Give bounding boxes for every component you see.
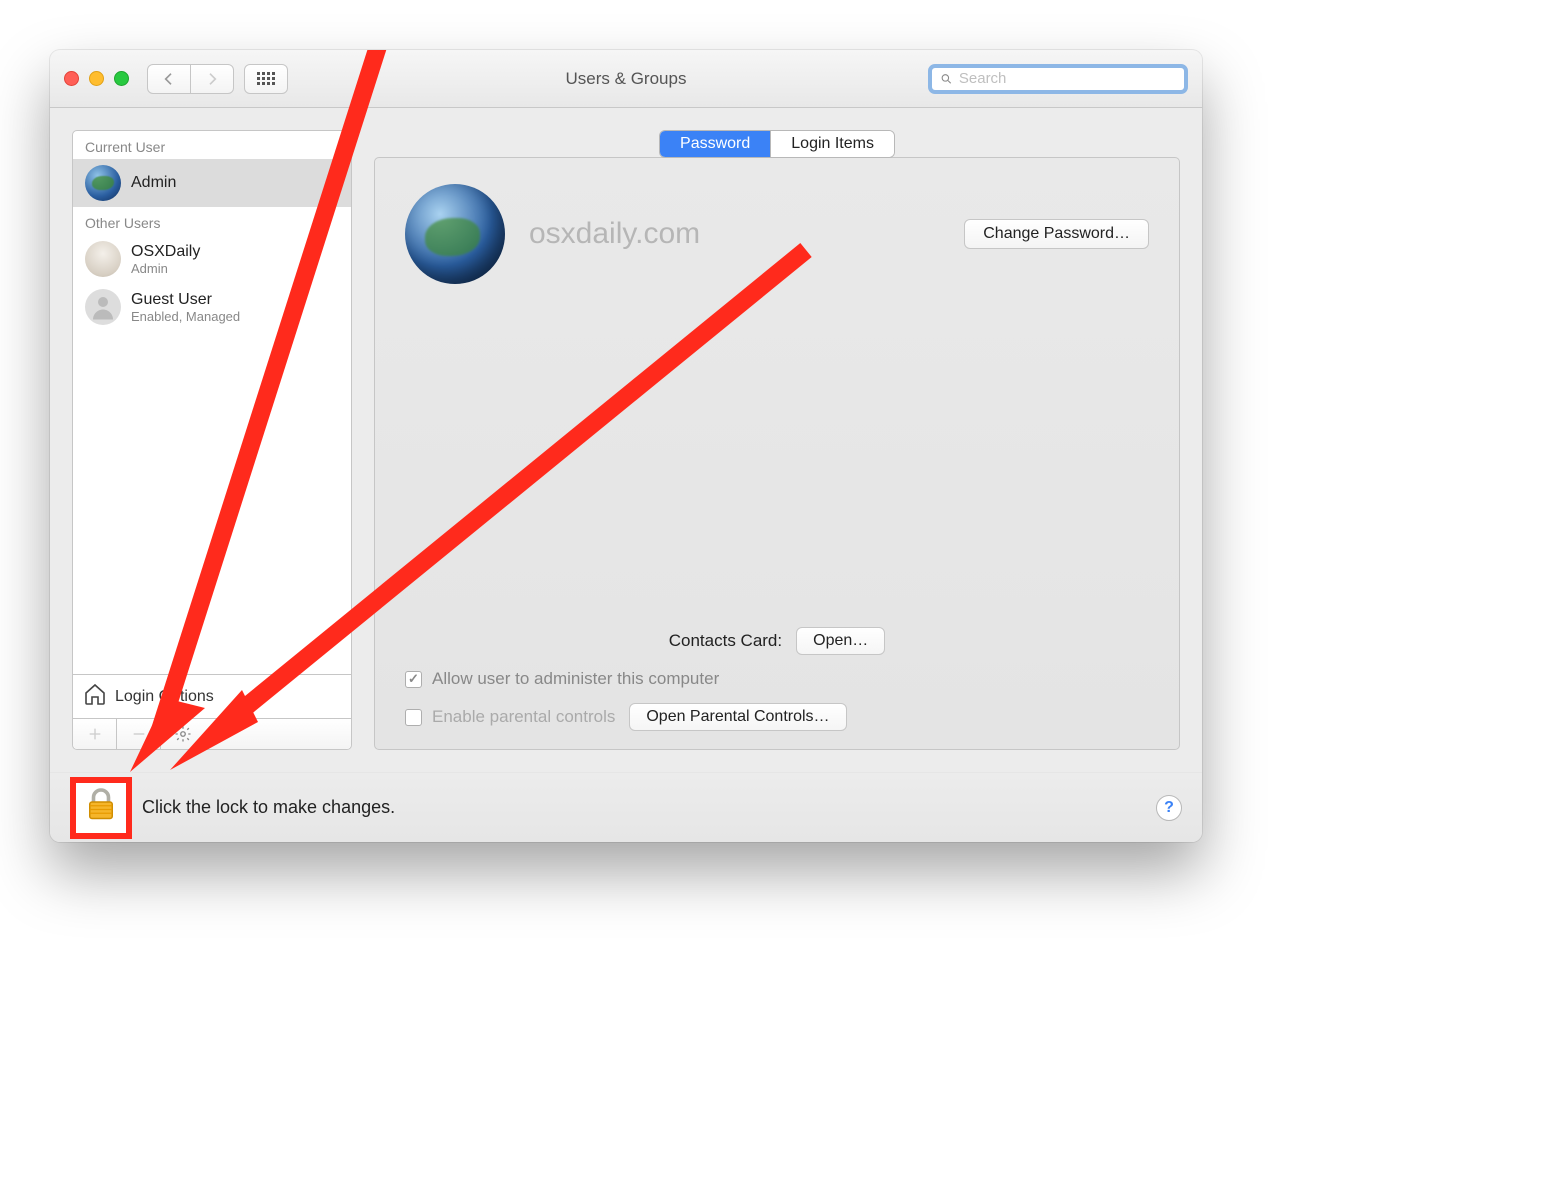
titlebar: Users & Groups	[50, 50, 1202, 108]
user-name: Admin	[131, 174, 176, 192]
forward-button[interactable]	[190, 64, 234, 94]
allow-admin-checkbox[interactable]	[405, 671, 422, 688]
avatar	[85, 289, 121, 325]
users-groups-window: Users & Groups Current User Admin Other …	[50, 50, 1202, 842]
list-item[interactable]: Admin	[73, 159, 351, 207]
search-input[interactable]	[959, 70, 1176, 87]
avatar	[85, 241, 121, 277]
list-item[interactable]: OSXDaily Admin	[73, 235, 351, 283]
lock-icon[interactable]	[83, 787, 119, 828]
other-users-header: Other Users	[73, 207, 351, 235]
close-window-button[interactable]	[64, 71, 79, 86]
house-icon	[83, 682, 107, 711]
open-contacts-button[interactable]: Open…	[796, 627, 885, 655]
user-name: Guest User	[131, 291, 240, 309]
gear-icon	[174, 725, 192, 743]
main-pane: Password Login Items osxdaily.com Change…	[374, 130, 1180, 750]
user-sidebar: Current User Admin Other Users OSXDaily …	[72, 130, 352, 750]
lock-highlight-box	[70, 777, 132, 839]
avatar	[85, 165, 121, 201]
login-options[interactable]: Login Options	[73, 674, 351, 718]
enable-parental-checkbox[interactable]	[405, 709, 422, 726]
enable-parental-label: Enable parental controls	[432, 707, 615, 727]
sidebar-action-bar	[73, 718, 351, 749]
prefpane-body: Current User Admin Other Users OSXDaily …	[50, 108, 1202, 772]
current-user-header: Current User	[73, 131, 351, 159]
search-field[interactable]	[928, 64, 1188, 94]
person-icon	[88, 292, 118, 322]
minimize-window-button[interactable]	[89, 71, 104, 86]
plus-icon	[87, 726, 103, 742]
chevron-left-icon	[161, 71, 177, 87]
footer: Click the lock to make changes. ?	[50, 772, 1202, 842]
change-password-button[interactable]: Change Password…	[964, 219, 1149, 249]
add-user-button[interactable]	[73, 719, 117, 749]
zoom-window-button[interactable]	[114, 71, 129, 86]
allow-admin-checkbox-row: Allow user to administer this computer	[405, 669, 1149, 689]
help-button[interactable]: ?	[1156, 795, 1182, 821]
avatar[interactable]	[405, 184, 505, 284]
list-item[interactable]: Guest User Enabled, Managed	[73, 283, 351, 331]
action-menu-button[interactable]	[161, 719, 205, 749]
open-parental-button[interactable]: Open Parental Controls…	[629, 703, 846, 731]
nav-back-forward	[147, 64, 234, 94]
remove-user-button[interactable]	[117, 719, 161, 749]
back-button[interactable]	[147, 64, 191, 94]
lock-text: Click the lock to make changes.	[142, 797, 395, 818]
user-role: Enabled, Managed	[131, 309, 240, 324]
user-role: Admin	[131, 261, 200, 276]
contacts-card-label: Contacts Card:	[669, 631, 782, 651]
password-panel: osxdaily.com Change Password… Contacts C…	[374, 157, 1180, 750]
allow-admin-label: Allow user to administer this computer	[432, 669, 719, 689]
user-hero: osxdaily.com Change Password…	[405, 184, 1149, 284]
chevron-right-icon	[204, 71, 220, 87]
tab-login-items[interactable]: Login Items	[770, 131, 894, 157]
user-list: Current User Admin Other Users OSXDaily …	[73, 131, 351, 674]
user-name: OSXDaily	[131, 243, 200, 261]
tab-group: Password Login Items	[659, 130, 895, 158]
minus-icon	[131, 726, 147, 742]
panel-lower: Contacts Card: Open… Allow user to admin…	[405, 617, 1149, 731]
show-all-button[interactable]	[244, 64, 288, 94]
login-options-label: Login Options	[115, 688, 214, 706]
grid-icon	[257, 72, 275, 85]
search-icon	[940, 72, 953, 86]
window-controls	[64, 71, 129, 86]
watermark-text: osxdaily.com	[529, 217, 700, 251]
parental-checkbox-row: Enable parental controls	[405, 707, 615, 727]
tab-password[interactable]: Password	[660, 131, 770, 157]
